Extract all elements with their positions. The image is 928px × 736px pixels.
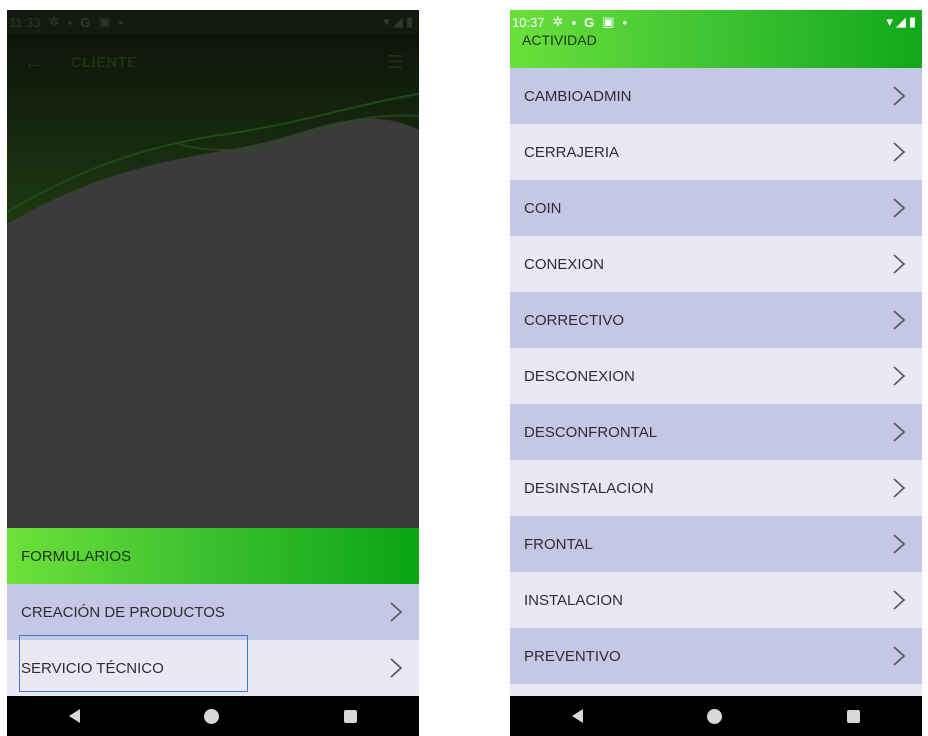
- chevron-right-icon: [893, 646, 906, 666]
- nav-back-icon[interactable]: [572, 709, 584, 723]
- chevron-right-icon: [893, 142, 906, 162]
- list-item-desconfrontal[interactable]: DESCONFRONTAL: [510, 404, 922, 460]
- dot-icon: •: [622, 14, 628, 30]
- nav-recents-icon[interactable]: [846, 709, 860, 723]
- chevron-right-icon: [893, 478, 906, 498]
- battery-icon: ▮: [908, 14, 916, 29]
- nav-home-icon[interactable]: [204, 708, 220, 724]
- list-item-label: CREACIÓN DE PRODUCTOS: [21, 603, 225, 621]
- list-item-frontal[interactable]: FRONTAL: [510, 516, 922, 572]
- focus-highlight: [19, 635, 248, 692]
- header-wave-background: [7, 34, 419, 528]
- menu-collapse-icon[interactable]: ☰: [373, 52, 403, 73]
- list-item-label: DESINSTALACION: [524, 479, 654, 497]
- list-item-cambioadmin[interactable]: CAMBIOADMIN: [510, 68, 922, 124]
- chevron-right-icon: [390, 658, 403, 678]
- chevron-right-icon: [893, 422, 906, 442]
- list-item-label: INSTALACION: [524, 591, 623, 609]
- list-item-correctivo[interactable]: CORRECTIVO: [510, 292, 922, 348]
- arrow-left-icon[interactable]: ←: [23, 49, 63, 75]
- signal-icon: ◢: [895, 14, 906, 29]
- list-item-label: PREVENTIVO: [524, 647, 621, 665]
- list-item-creacion-productos[interactable]: CREACIÓN DE PRODUCTOS: [7, 584, 419, 640]
- gallery-icon: ▣: [98, 14, 111, 29]
- settings-icon: ✲: [48, 14, 60, 29]
- right-phone-screen: ACTIVIDAD 10:37 ✲ ▪ G ▣ • ▾ ◢ ▮ CAMBIOAD…: [510, 10, 922, 736]
- signal-icon: ◢: [392, 14, 403, 29]
- toolbar-title: CLIENTE: [71, 53, 138, 71]
- list-item-label: CERRAJERIA: [524, 143, 620, 161]
- list-item-label: COIN: [524, 199, 562, 217]
- list-item-instalacion[interactable]: INSTALACION: [510, 572, 922, 628]
- android-nav-bar: [510, 696, 922, 736]
- settings-icon: ✲: [552, 14, 564, 29]
- list-item-preventivo[interactable]: PREVENTIVO: [510, 628, 922, 684]
- status-bar: 10:37 ✲ ▪ G ▣ • ▾ ◢ ▮: [510, 10, 922, 34]
- nav-back-icon[interactable]: [69, 709, 81, 723]
- list-item-conexion[interactable]: CONEXION: [510, 236, 922, 292]
- app-toolbar: ← CLIENTE ☰: [7, 34, 419, 90]
- chevron-right-icon: [893, 366, 906, 386]
- notification-icon: ▪: [67, 14, 73, 30]
- status-time: 10:37: [512, 14, 545, 30]
- list-item-label: DESCONEXION: [524, 367, 635, 385]
- android-nav-bar: [7, 696, 419, 736]
- list-item-label: FRONTAL: [524, 535, 593, 553]
- list-item-desconexion[interactable]: DESCONEXION: [510, 348, 922, 404]
- list-item-label: CAMBIOADMIN: [524, 87, 632, 105]
- wifi-icon: ▾: [886, 14, 893, 29]
- list-item-label: CORRECTIVO: [524, 311, 625, 329]
- status-bar: 11:33 ✲ ▪ G ▣ • ▾ ◢ ▮: [7, 10, 419, 34]
- dot-icon: •: [118, 14, 124, 30]
- chevron-right-icon: [893, 254, 906, 274]
- status-time: 11:33: [9, 14, 41, 30]
- google-icon: G: [584, 14, 595, 30]
- chevron-right-icon: [390, 602, 403, 622]
- list-item-label: DESCONFRONTAL: [524, 423, 658, 441]
- gallery-icon: ▣: [602, 14, 615, 29]
- list-item-desinstalacion[interactable]: DESINSTALACION: [510, 460, 922, 516]
- nav-recents-icon[interactable]: [343, 709, 357, 723]
- chevron-right-icon: [893, 86, 906, 106]
- section-header-formularios: FORMULARIOS: [7, 528, 419, 584]
- chevron-right-icon: [893, 198, 906, 218]
- list-item-label: CONEXION: [524, 255, 605, 273]
- list-item-cerrajeria[interactable]: CERRAJERIA: [510, 124, 922, 180]
- chevron-right-icon: [893, 534, 906, 554]
- left-phone-screen: 11:33 ✲ ▪ G ▣ • ▾ ◢ ▮ ← CLIENTE ☰ FORMUL…: [7, 10, 419, 736]
- chevron-right-icon: [893, 310, 906, 330]
- actividad-title: ACTIVIDAD: [522, 32, 597, 48]
- google-icon: G: [80, 14, 91, 30]
- nav-home-icon[interactable]: [707, 708, 723, 724]
- notification-icon: ▪: [571, 14, 577, 30]
- wifi-icon: ▾: [383, 14, 390, 29]
- list-item-coin[interactable]: COIN: [510, 180, 922, 236]
- chevron-right-icon: [893, 590, 906, 610]
- battery-icon: ▮: [405, 14, 413, 29]
